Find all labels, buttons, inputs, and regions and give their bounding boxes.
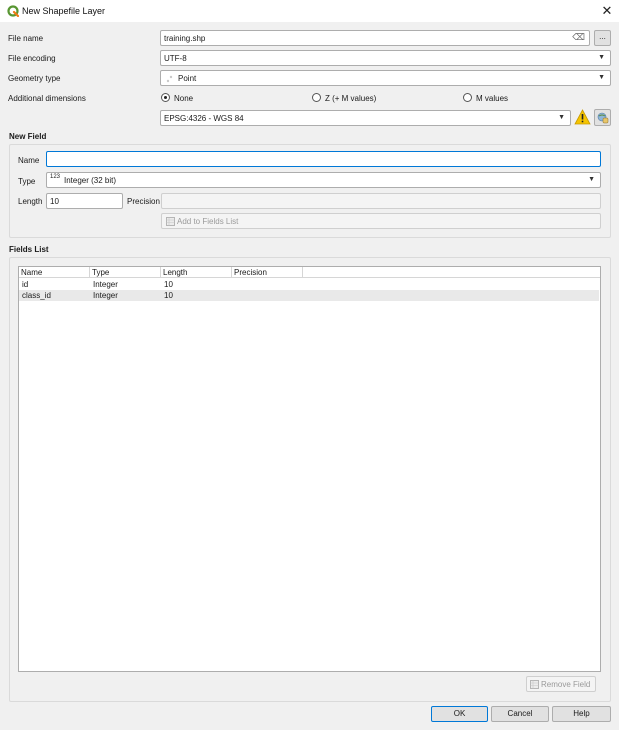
add-field-icon — [166, 217, 175, 226]
remove-field-icon — [530, 680, 539, 689]
geometry-type-label: Geometry type — [8, 74, 61, 83]
integer-type-icon: 123 — [50, 174, 61, 180]
radio-m-values[interactable] — [463, 93, 472, 102]
radio-none[interactable] — [161, 93, 170, 102]
qgis-logo-icon — [7, 5, 19, 17]
cell-type: Integer — [93, 291, 118, 300]
cell-length: 10 — [164, 280, 173, 289]
field-precision-label: Precision — [127, 197, 160, 206]
cell-type: Integer — [93, 280, 118, 289]
close-button[interactable]: ✕ — [598, 2, 616, 20]
remove-field-button[interactable]: Remove Field — [526, 676, 596, 692]
radio-m-values-label: M values — [476, 94, 509, 103]
add-to-fields-list-button[interactable]: Add to Fields List — [161, 213, 601, 229]
help-button[interactable]: Help — [552, 706, 611, 722]
file-encoding-label: File encoding — [8, 54, 56, 63]
table-row[interactable]: id Integer 10 — [19, 279, 599, 290]
file-name-input[interactable]: training.shp ⌫ — [160, 30, 590, 46]
file-encoding-value: UTF-8 — [164, 54, 187, 63]
crs-select[interactable]: EPSG:4326 - WGS 84 ▼ — [160, 110, 571, 126]
cell-name: id — [22, 280, 29, 289]
file-name-value: training.shp — [164, 34, 206, 43]
browse-button[interactable]: ... — [594, 30, 611, 46]
file-name-label: File name — [8, 34, 44, 43]
window-title: New Shapefile Layer — [22, 6, 106, 16]
chevron-down-icon: ▼ — [558, 114, 565, 121]
radio-z-m-values[interactable] — [312, 93, 321, 102]
field-length-label: Length — [18, 197, 43, 206]
field-type-select[interactable]: 123 Integer (32 bit) ▼ — [46, 172, 601, 188]
cell-length: 10 — [164, 291, 173, 300]
new-field-title: New Field — [9, 132, 47, 141]
remove-field-label: Remove Field — [541, 680, 591, 689]
field-name-input[interactable] — [46, 151, 601, 167]
radio-z-m-values-label: Z (+ M values) — [325, 94, 377, 103]
table-row[interactable]: class_id Integer 10 — [19, 290, 599, 301]
column-header-name[interactable]: Name — [19, 267, 90, 278]
field-type-label: Type — [18, 177, 36, 186]
point-geometry-icon — [166, 75, 173, 83]
chevron-down-icon: ▼ — [598, 74, 605, 81]
field-type-value: Integer (32 bit) — [64, 176, 117, 185]
column-header-precision[interactable]: Precision — [232, 267, 303, 278]
column-header-length[interactable]: Length — [161, 267, 232, 278]
field-name-label: Name — [18, 156, 40, 165]
warning-icon — [574, 109, 591, 125]
add-to-fields-list-label: Add to Fields List — [177, 217, 239, 226]
field-precision-input[interactable] — [161, 193, 601, 209]
file-encoding-select[interactable]: UTF-8 ▼ — [160, 50, 611, 66]
table-header: Name Type Length Precision — [19, 267, 600, 278]
additional-dimensions-label: Additional dimensions — [8, 94, 86, 103]
fields-list-title: Fields List — [9, 245, 49, 254]
crs-selector-icon — [597, 112, 609, 124]
cell-name: class_id — [22, 291, 51, 300]
chevron-down-icon: ▼ — [588, 176, 595, 183]
geometry-type-value: Point — [178, 74, 197, 83]
column-header-type[interactable]: Type — [90, 267, 161, 278]
cancel-button[interactable]: Cancel — [491, 706, 549, 722]
fields-table: Name Type Length Precision id Integer 10… — [18, 266, 601, 672]
radio-none-label: None — [174, 94, 194, 103]
title-bar: New Shapefile Layer ✕ — [0, 0, 619, 22]
crs-selector-button[interactable] — [594, 109, 611, 126]
field-length-input[interactable]: 10 — [46, 193, 123, 209]
ok-button[interactable]: OK — [431, 706, 488, 722]
geometry-type-select[interactable]: Point ▼ — [160, 70, 611, 86]
clear-icon[interactable]: ⌫ — [572, 32, 585, 43]
crs-value: EPSG:4326 - WGS 84 — [164, 114, 244, 123]
chevron-down-icon: ▼ — [598, 54, 605, 61]
field-length-value: 10 — [50, 197, 59, 206]
